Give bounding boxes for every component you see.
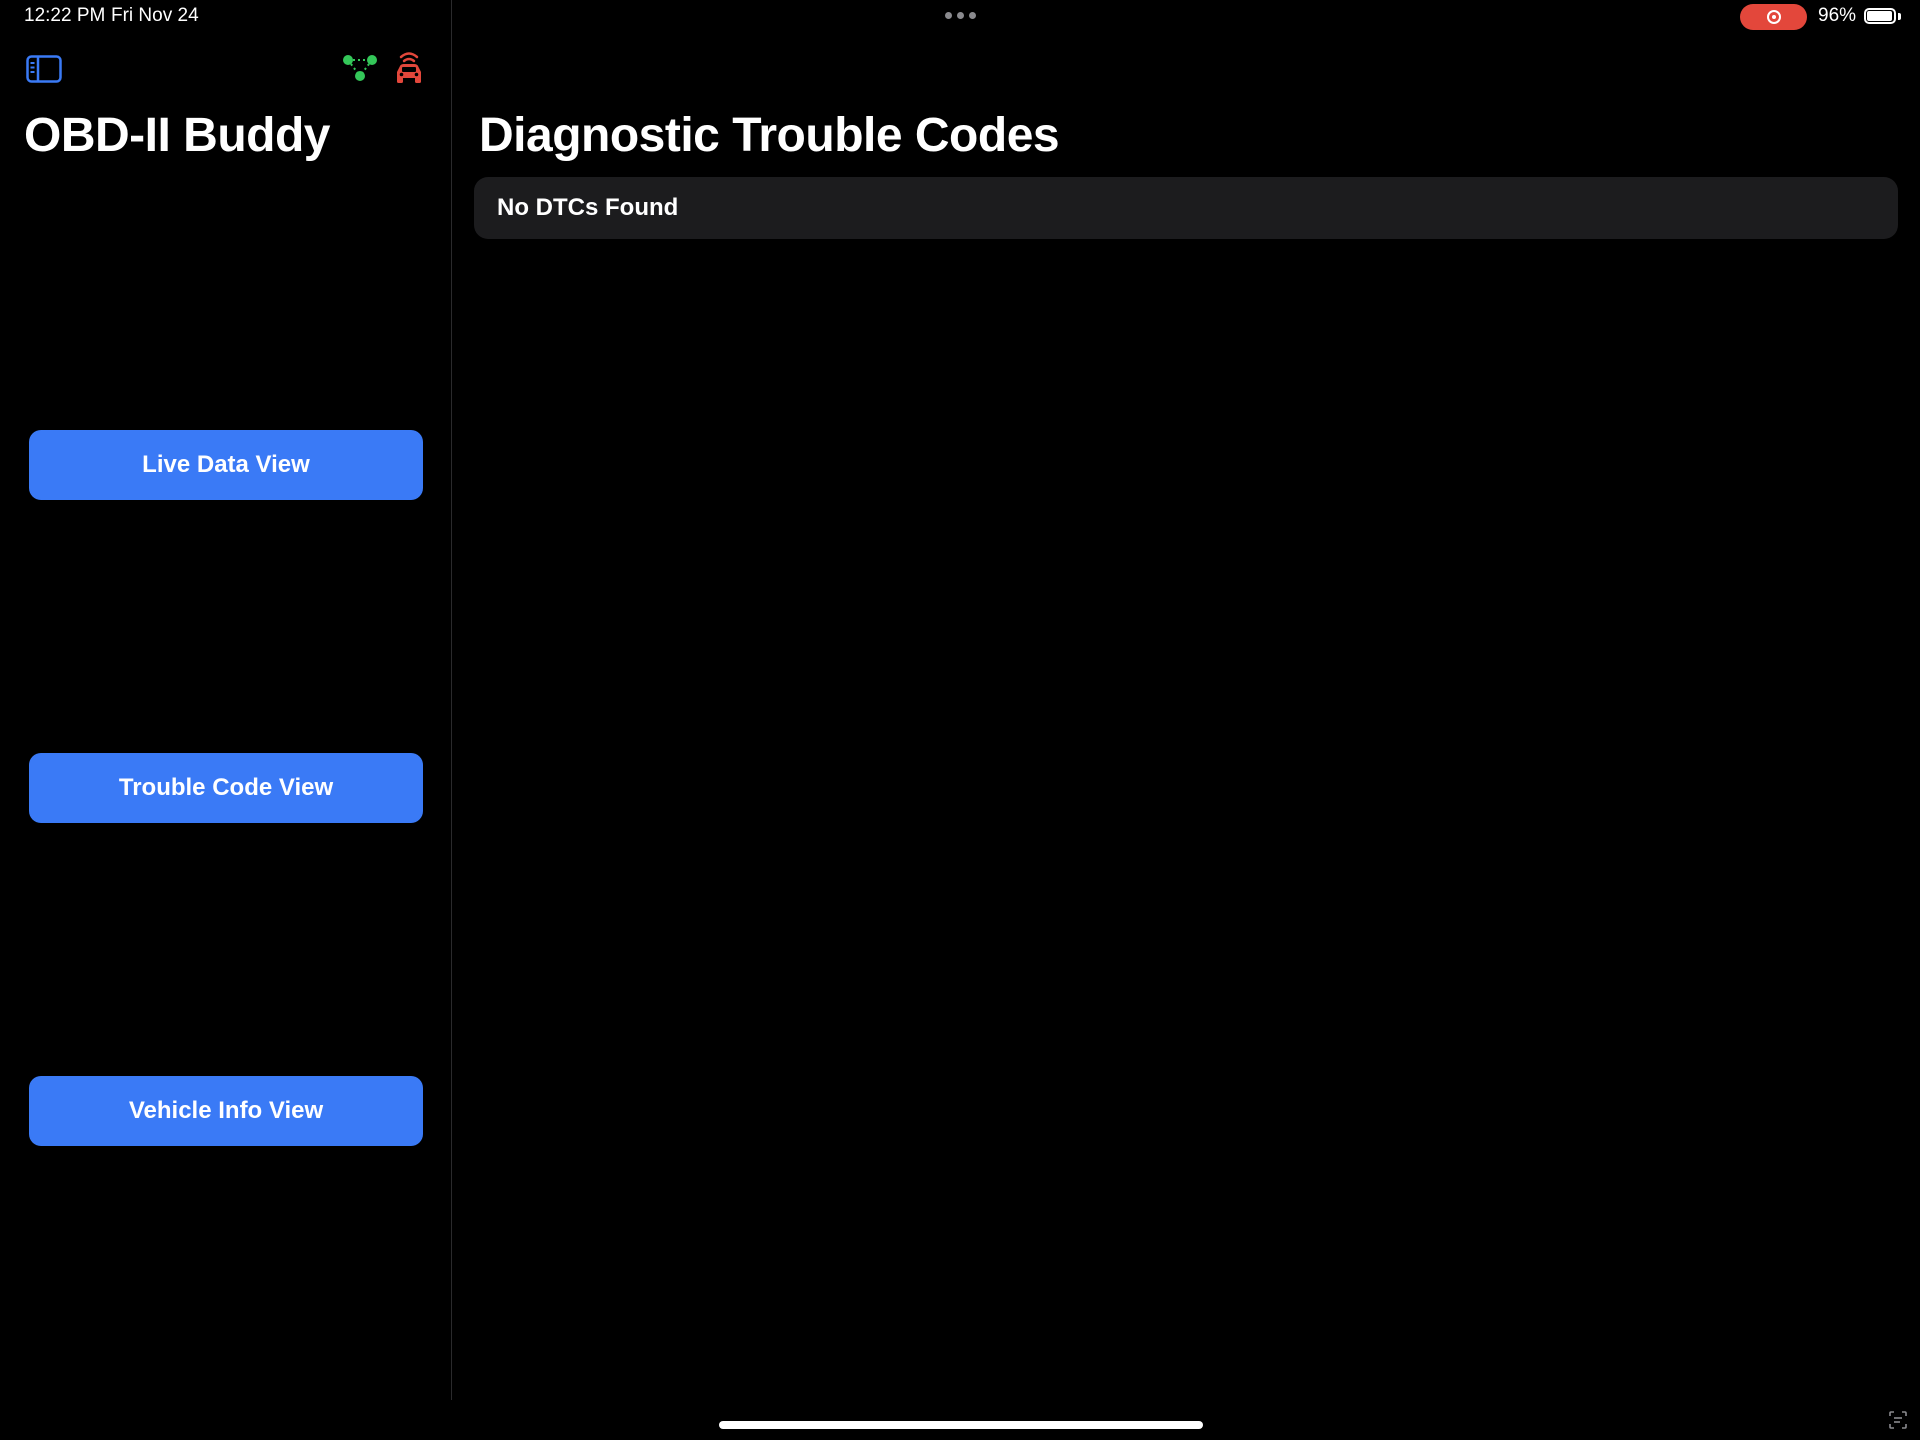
trouble-code-view-button[interactable]: Trouble Code View [29,753,423,823]
battery-icon [1864,8,1896,24]
sidebar: OBD-II Buddy Live Data View Trouble Code… [0,0,452,1400]
dtc-status-text: No DTCs Found [497,194,679,221]
battery-level-fill [1867,11,1892,21]
screen-recording-indicator[interactable] [1740,4,1807,30]
battery-percentage: 96% [1818,5,1857,26]
live-text-icon[interactable] [1888,1410,1908,1430]
live-data-view-button[interactable]: Live Data View [29,430,423,500]
dtc-list-row: No DTCs Found [474,177,1898,239]
sidebar-toggle-icon[interactable] [26,55,62,83]
battery-nub [1898,13,1901,20]
record-icon [1766,10,1781,24]
network-icon[interactable] [342,52,378,84]
home-indicator[interactable] [719,1421,1203,1429]
multitasking-menu-icon[interactable] [945,12,976,19]
app-title: OBD-II Buddy [24,109,330,162]
ipad-screen: 12:22 PM Fri Nov 24 96% OBD-II Buddy Liv… [0,0,1920,1440]
page-title: Diagnostic Trouble Codes [479,109,1060,162]
vehicle-info-view-button[interactable]: Vehicle Info View [29,1076,423,1146]
car-signal-icon[interactable] [391,48,427,88]
